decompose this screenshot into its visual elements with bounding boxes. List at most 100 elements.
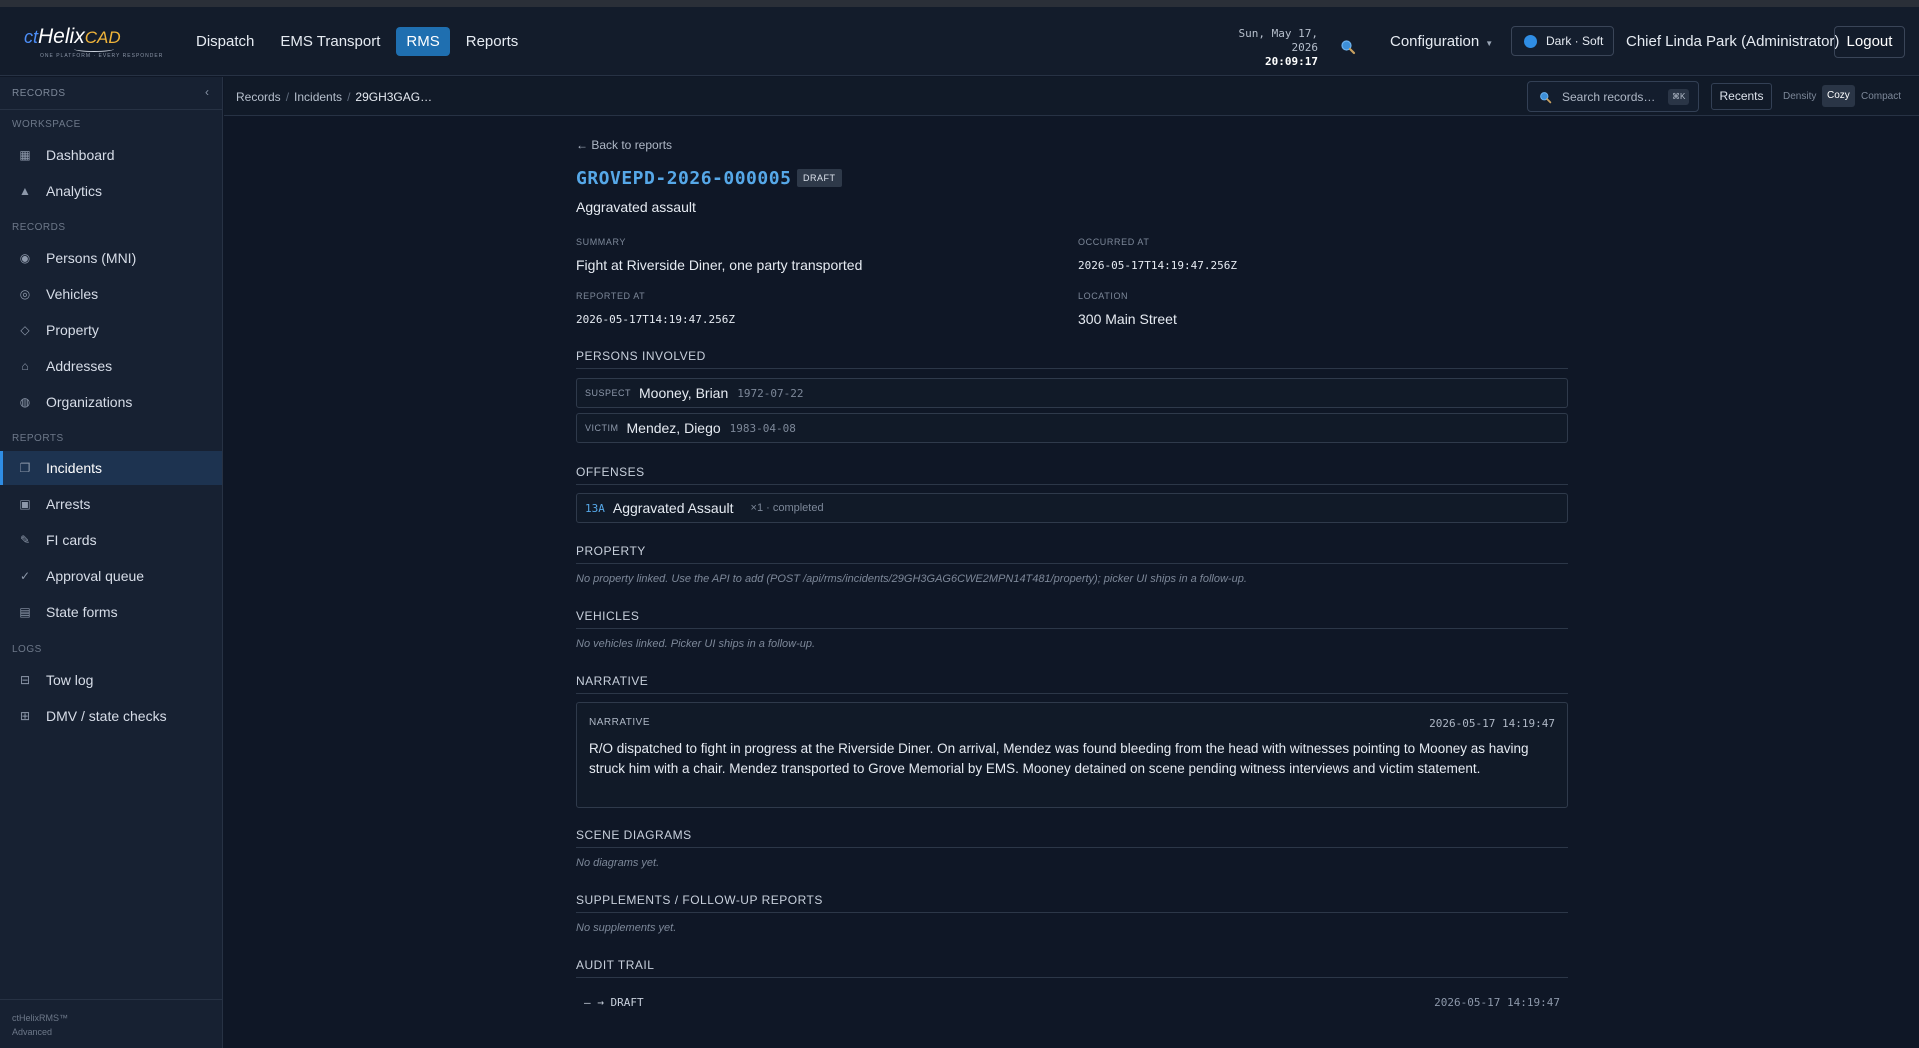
current-user[interactable]: Chief Linda Park (Administrator) xyxy=(1626,33,1839,50)
logout-button[interactable]: Logout xyxy=(1834,26,1905,58)
person-dob: 1972-07-22 xyxy=(737,386,804,400)
log-icon: ⊟ xyxy=(19,673,31,687)
theme-dot-icon xyxy=(1524,35,1537,48)
occurred-value: 2026-05-17T14:19:47.256Z xyxy=(1078,259,1237,272)
configuration-menu[interactable]: Configuration ▼ xyxy=(1390,33,1493,50)
sidebar-item-arrests[interactable]: ▣ Arrests xyxy=(0,487,222,521)
sidebar-title: RECORDS xyxy=(12,88,66,99)
offense-code: 13A xyxy=(585,501,605,515)
search-placeholder: Search records… xyxy=(1562,90,1656,104)
sidebar-item-dmv-checks[interactable]: ⊞ DMV / state checks xyxy=(0,699,222,733)
search-icon[interactable] xyxy=(1340,39,1356,55)
sidebar-item-organizations[interactable]: ◍ Organizations xyxy=(0,385,222,419)
vehicles-empty-note: No vehicles linked. Picker UI ships in a… xyxy=(576,638,816,650)
logo-tagline: ONE PLATFORM · EVERY RESPONDER xyxy=(40,53,164,59)
sidebar-item-state-forms[interactable]: ▤ State forms xyxy=(0,595,222,629)
content-toolbar: Records / Incidents/29GH3GAG… Search recor… xyxy=(224,77,1919,116)
app-header: ctHelixCAD ONE PLATFORM · EVERY RESPONDE… xyxy=(0,7,1919,76)
audit-timestamp: 2026-05-17 14:19:47 xyxy=(1434,996,1560,1009)
header-clock: Sun, May 17, 2026 20:09:17 xyxy=(1206,27,1318,69)
nav-rms[interactable]: RMS xyxy=(396,27,450,56)
offense-meta: ×1 · completed xyxy=(750,502,824,514)
logo-swoosh xyxy=(74,46,114,52)
location-label: LOCATION xyxy=(1078,291,1129,301)
sidebar-divider xyxy=(0,109,222,110)
nav-dispatch[interactable]: Dispatch xyxy=(186,27,264,56)
app-logo[interactable]: ctHelixCAD ONE PLATFORM · EVERY RESPONDE… xyxy=(24,25,162,65)
sidebar-footer-divider xyxy=(0,999,222,1000)
check-icon: ✓ xyxy=(19,569,31,583)
offense-row[interactable]: 13A Aggravated Assault ×1 · completed xyxy=(576,493,1568,523)
clock-date: Sun, May 17, 2026 xyxy=(1238,27,1318,54)
density-compact-button[interactable]: Compact xyxy=(1861,91,1901,102)
sidebar-item-dashboard[interactable]: ▦ Dashboard xyxy=(0,138,222,172)
search-shortcut-badge: ⌘K xyxy=(1668,89,1690,105)
person-row[interactable]: SUSPECT Mooney, Brian 1972-07-22 xyxy=(576,378,1568,408)
product-name: ctHelixRMS™ xyxy=(12,1013,69,1023)
person-name: Mendez, Diego xyxy=(626,420,721,436)
search-records-input[interactable]: Search records… ⌘K xyxy=(1527,81,1699,112)
form-icon: ▤ xyxy=(19,605,31,619)
grid-icon: ▦ xyxy=(19,148,31,162)
location-value: 300 Main Street xyxy=(1078,311,1177,327)
breadcrumb-current: 29GH3GAG… xyxy=(355,90,433,104)
audit-transition: — → DRAFT xyxy=(584,996,644,1009)
sidebar-item-incidents[interactable]: ❐ Incidents xyxy=(0,451,222,485)
narrative-card[interactable]: NARRATIVE 2026-05-17 14:19:47 R/O dispat… xyxy=(576,702,1568,808)
nav-reports[interactable]: Reports xyxy=(456,27,529,56)
collapse-sidebar-icon[interactable]: ‹ xyxy=(205,85,209,99)
narrative-timestamp: 2026-05-17 14:19:47 xyxy=(1429,717,1555,730)
supplements-heading: SUPPLEMENTS / FOLLOW-UP REPORTS xyxy=(576,893,1568,913)
vehicles-heading: VEHICLES xyxy=(576,609,1568,629)
sidebar-item-addresses[interactable]: ⌂ Addresses xyxy=(0,349,222,383)
recents-button[interactable]: Recents xyxy=(1711,83,1772,110)
person-role: SUSPECT xyxy=(585,388,632,398)
person-row[interactable]: VICTIM Mendez, Diego 1983-04-08 xyxy=(576,413,1568,443)
audit-entry: — → DRAFT 2026-05-17 14:19:47 xyxy=(576,992,1568,1014)
logo-wordmark: ctHelixCAD xyxy=(24,25,121,48)
breadcrumb-incidents[interactable]: Incidents xyxy=(294,90,342,104)
sidebar-item-tow-log[interactable]: ⊟ Tow log xyxy=(0,663,222,697)
sidebar: RECORDS ‹ WORKSPACE ▦ Dashboard ▲ Analyt… xyxy=(0,77,223,1048)
radio-icon: ◉ xyxy=(19,251,31,265)
search-icon xyxy=(1540,92,1552,104)
back-to-reports-link[interactable]: ← Back to reports xyxy=(576,138,672,152)
persons-heading: PERSONS INVOLVED xyxy=(576,349,1568,369)
audit-trail-heading: AUDIT TRAIL xyxy=(576,958,1568,978)
globe-icon: ◍ xyxy=(19,395,31,409)
square-icon: ▣ xyxy=(19,497,31,511)
offense-name: Aggravated Assault xyxy=(612,500,734,516)
density-cozy-button[interactable]: Cozy xyxy=(1822,85,1855,107)
sidebar-item-persons[interactable]: ◉ Persons (MNI) xyxy=(0,241,222,275)
sidebar-section-logs: LOGS xyxy=(12,644,42,655)
sidebar-item-approval-queue[interactable]: ✓ Approval queue xyxy=(0,559,222,593)
reported-label: REPORTED AT xyxy=(576,291,646,301)
person-role: VICTIM xyxy=(585,423,619,433)
occurred-label: OCCURRED AT xyxy=(1078,237,1150,247)
report-title: Aggravated assault xyxy=(576,199,696,215)
sidebar-item-property[interactable]: ◇ Property xyxy=(0,313,222,347)
breadcrumb-records[interactable]: Records xyxy=(236,90,281,104)
window-top-edge xyxy=(0,0,1919,7)
sidebar-item-vehicles[interactable]: ◎ Vehicles xyxy=(0,277,222,311)
sidebar-section-workspace: WORKSPACE xyxy=(12,119,81,130)
chevron-down-icon: ▼ xyxy=(1485,39,1494,48)
sidebar-item-analytics[interactable]: ▲ Analytics xyxy=(0,174,222,208)
table-icon: ⊞ xyxy=(19,709,31,723)
clock-time: 20:09:17 xyxy=(1265,55,1318,68)
supplements-empty-note: No supplements yet. xyxy=(576,922,677,934)
theme-toggle-button[interactable]: Dark · Soft xyxy=(1511,26,1614,56)
offenses-heading: OFFENSES xyxy=(576,465,1568,485)
sidebar-section-records: RECORDS xyxy=(12,222,66,233)
property-empty-note: No property linked. Use the API to add (… xyxy=(576,573,1247,585)
pencil-icon: ✎ xyxy=(19,533,31,547)
sidebar-section-reports: REPORTS xyxy=(12,433,64,444)
breadcrumb: Records / Incidents/29GH3GAG… xyxy=(236,90,433,104)
ring-icon: ◎ xyxy=(19,287,31,301)
nav-ems-transport[interactable]: EMS Transport xyxy=(270,27,390,56)
product-tier: Advanced xyxy=(12,1027,53,1037)
house-icon: ⌂ xyxy=(21,359,29,373)
person-dob: 1983-04-08 xyxy=(729,421,796,435)
sidebar-footer: ctHelixRMS™ Advanced xyxy=(12,1011,68,1039)
sidebar-item-fi-cards[interactable]: ✎ FI cards xyxy=(0,523,222,557)
